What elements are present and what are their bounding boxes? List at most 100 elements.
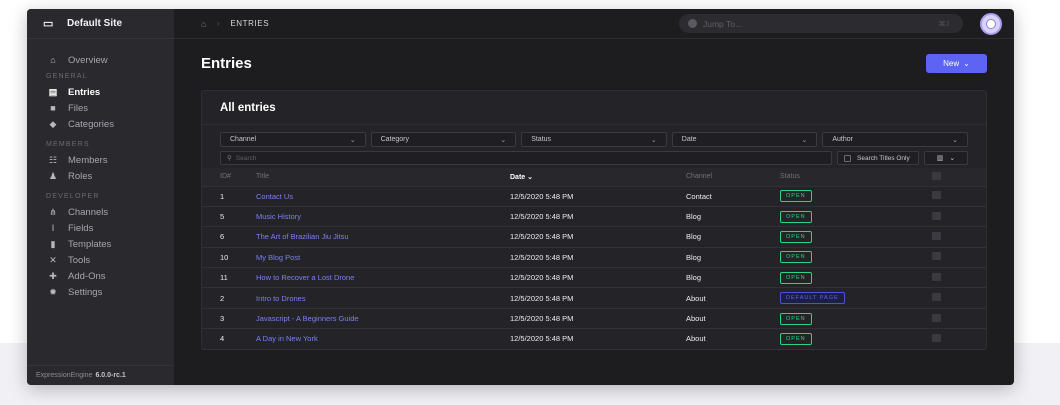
tools-icon: ✕ [49, 254, 57, 265]
column-header-channel[interactable]: Channel [686, 168, 780, 187]
sidebar-item-files[interactable]: ■ Files [27, 100, 174, 116]
jump-shortcut: ⌘J [938, 20, 950, 28]
sidebar-item-settings[interactable]: ✹ Settings [27, 284, 174, 300]
section-label-developer: DEVELOPER [46, 192, 100, 200]
sidebar-item-label: Roles [68, 170, 93, 182]
entry-channel: About [686, 308, 780, 330]
gear-icon: ✹ [49, 286, 57, 297]
tags-icon: ◆ [49, 118, 57, 129]
row-checkbox[interactable] [932, 231, 941, 240]
entry-title-cell: Music History [256, 206, 510, 228]
table-row: 5 Music History 12/5/2020 5:48 PM Blog OPEN [202, 206, 986, 228]
table-row: 10 My Blog Post 12/5/2020 5:48 PM Blog OPEN [202, 247, 986, 269]
row-checkbox[interactable] [932, 313, 941, 322]
search-input[interactable]: ⚲ Search [220, 151, 832, 165]
filter-date[interactable]: Date ⌄ [671, 132, 818, 147]
sidebar-item-roles[interactable]: ♟ Roles [27, 168, 174, 184]
titles-only-label: Search Titles Only [857, 154, 910, 162]
column-header-date[interactable]: Date ⌄ [510, 168, 686, 187]
sidebar-item-channels[interactable]: ⋔ Channels [27, 204, 174, 220]
entry-title-cell: The Art of Brazilian Jiu Jitsu [256, 226, 510, 248]
entry-title-link[interactable]: My Blog Post [256, 253, 300, 262]
avatar[interactable] [980, 13, 1002, 35]
sidebar-item-label: Fields [68, 222, 94, 234]
column-header-status[interactable]: Status [780, 168, 932, 187]
sidebar-item-entries[interactable]: ▤ Entries [27, 84, 174, 100]
entry-id: 2 [202, 287, 256, 309]
entry-title-cell: How to Recover a Lost Drone [256, 267, 510, 289]
filter-category[interactable]: Category ⌄ [370, 132, 517, 147]
entry-title-link[interactable]: Music History [256, 212, 301, 221]
column-view-button[interactable]: ▥ ⌄ [924, 151, 968, 165]
breadcrumb-separator-icon: › [217, 19, 221, 28]
table-row: 11 How to Recover a Lost Drone 12/5/2020 5… [202, 267, 986, 289]
status-badge: OPEN [780, 332, 812, 345]
jump-to-search[interactable]: Jump To... ⌘J [679, 14, 963, 33]
entries-table: ID# Title Date ⌄ Channel Status 1 Contact… [202, 168, 986, 350]
entry-status-cell: DEFAULT PAGE [780, 287, 932, 309]
entry-title-link[interactable]: Javascript - A Beginners Guide [256, 314, 359, 323]
status-badge: OPEN [780, 251, 812, 264]
filter-label: Date [681, 136, 697, 143]
status-badge: OPEN [780, 190, 812, 203]
sidebar-item-label: Entries [68, 86, 101, 98]
entry-title-cell: Contact Us [256, 186, 510, 207]
row-checkbox[interactable] [932, 252, 941, 261]
row-select-cell [932, 206, 986, 228]
new-entry-button[interactable]: New ⌄ [926, 54, 987, 73]
column-header-select[interactable] [932, 168, 986, 187]
column-header-id[interactable]: ID# [202, 168, 256, 187]
entry-title-cell: Javascript - A Beginners Guide [256, 308, 510, 330]
topbar: ⌂ › ENTRIES Jump To... ⌘J [174, 9, 1014, 39]
row-checkbox[interactable] [932, 333, 941, 342]
sidebar-item-templates[interactable]: ▮ Templates [27, 236, 174, 252]
columns-icon: ▥ [936, 155, 944, 162]
sort-desc-icon: ⌄ [527, 173, 534, 181]
row-checkbox[interactable] [932, 211, 941, 220]
sidebar-item-label: Categories [68, 118, 114, 130]
chevron-down-icon: ⌄ [650, 136, 657, 144]
entry-channel: Blog [686, 247, 780, 269]
filter-author[interactable]: Author ⌄ [822, 132, 968, 147]
sidebar-item-categories[interactable]: ◆ Categories [27, 116, 174, 132]
breadcrumb-current: ENTRIES [230, 19, 270, 28]
status-badge: OPEN [780, 312, 812, 325]
sidebar-item-tools[interactable]: ✕ Tools [27, 252, 174, 268]
home-icon[interactable]: ⌂ [201, 19, 207, 29]
row-checkbox[interactable] [932, 191, 941, 200]
sidebar-item-fields[interactable]: I Fields [27, 220, 174, 236]
sidebar-item-addons[interactable]: ✚ Add-Ons [27, 268, 174, 284]
folder-icon: ■ [50, 103, 56, 113]
filter-channel[interactable]: Channel ⌄ [220, 132, 366, 147]
filter-status[interactable]: Status ⌄ [521, 132, 667, 147]
sidebar-item-members[interactable]: ☷ Members [27, 152, 174, 168]
select-all-checkbox[interactable] [932, 171, 941, 180]
entry-title-link[interactable]: Intro to Drones [256, 294, 306, 303]
entry-channel: Blog [686, 206, 780, 228]
row-checkbox[interactable] [932, 272, 941, 281]
entry-date: 12/5/2020 5:48 PM [510, 226, 686, 248]
entry-status-cell: OPEN [780, 267, 932, 289]
row-checkbox[interactable] [932, 293, 941, 302]
table-row: 2 Intro to Drones 12/5/2020 5:48 PM About DE… [202, 287, 986, 309]
site-switcher[interactable]: ▭ Default Site [27, 9, 174, 39]
row-select-cell [932, 226, 986, 248]
sidebar-item-overview[interactable]: ⌂ Overview [27, 52, 174, 68]
row-select-cell [932, 186, 986, 207]
row-select-cell [932, 308, 986, 330]
entry-channel: Blog [686, 267, 780, 289]
section-label-members: MEMBERS [46, 140, 90, 148]
column-header-title[interactable]: Title [256, 168, 510, 187]
entry-title-link[interactable]: How to Recover a Lost Drone [256, 273, 354, 282]
search-titles-only-toggle[interactable]: Search Titles Only [837, 151, 919, 165]
users-icon: ☷ [48, 154, 58, 165]
entry-title-link[interactable]: A Day in New York [256, 334, 318, 343]
entry-channel: Contact [686, 186, 780, 207]
entry-title-link[interactable]: The Art of Brazilian Jiu Jitsu [256, 232, 349, 241]
entry-status-cell: OPEN [780, 206, 932, 228]
filter-label: Author [832, 136, 853, 143]
entry-title-link[interactable]: Contact Us [256, 192, 293, 201]
sidebar-item-label: Templates [68, 238, 112, 250]
status-badge: OPEN [780, 230, 812, 243]
checkbox[interactable] [844, 154, 851, 162]
